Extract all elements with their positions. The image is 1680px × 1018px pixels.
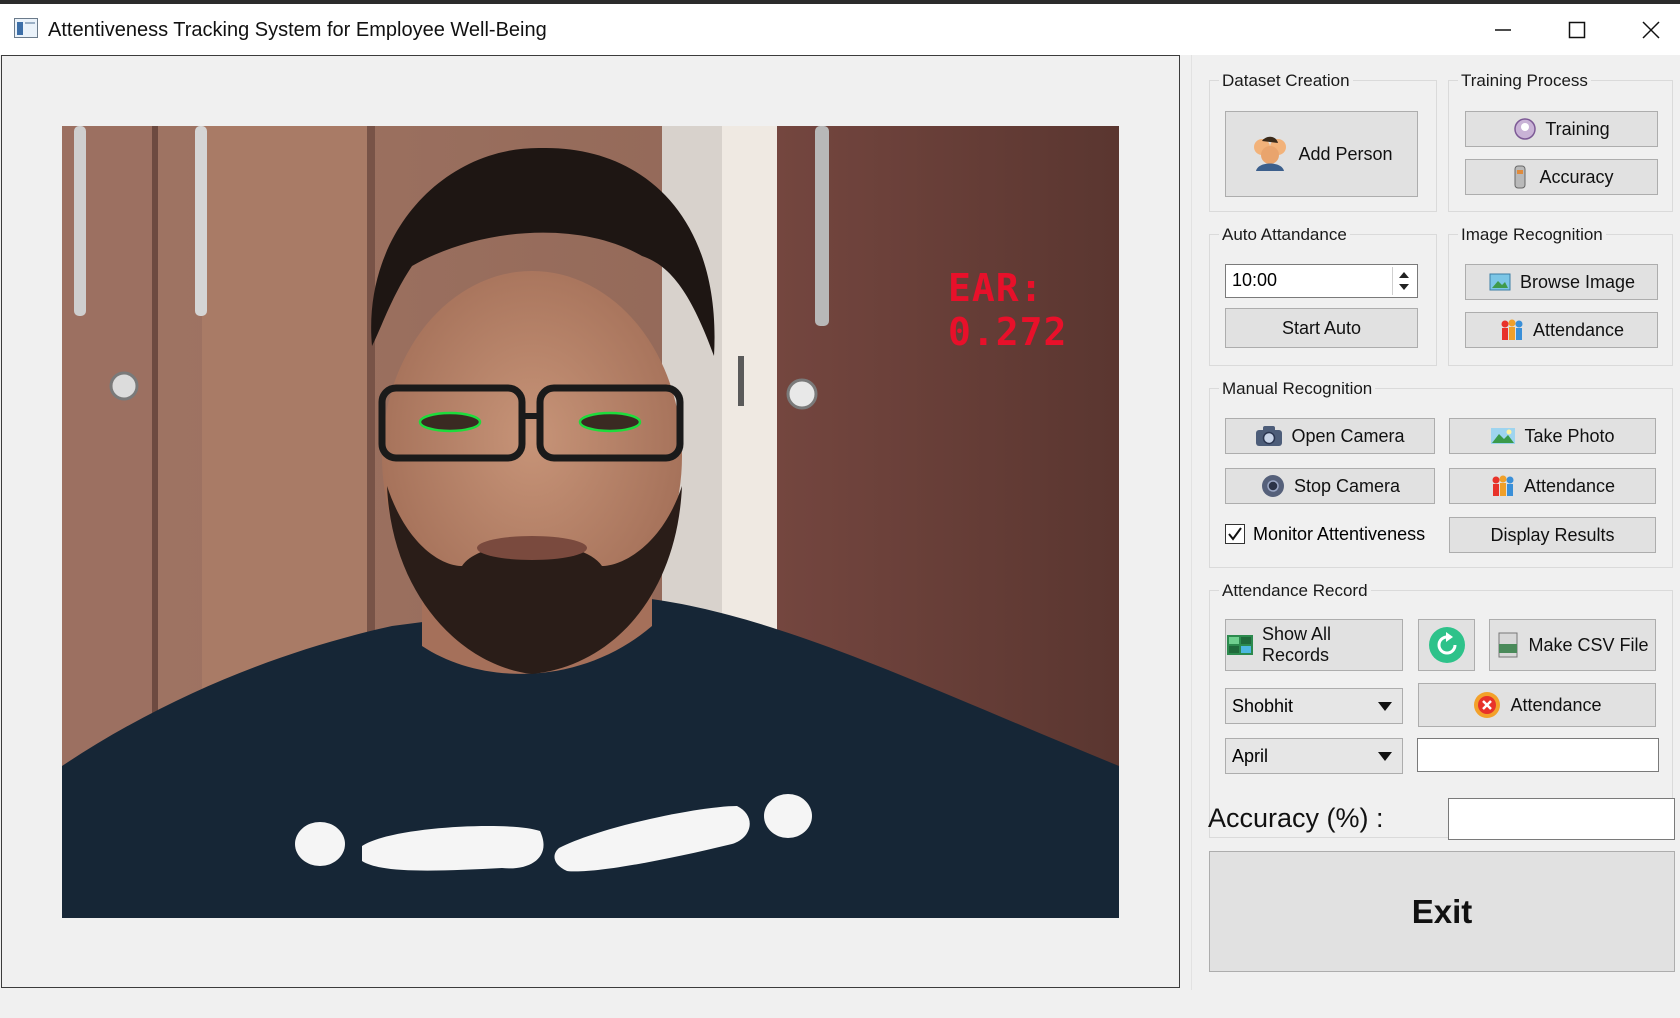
make-csv-label: Make CSV File bbox=[1528, 634, 1649, 655]
attendance-people-icon bbox=[1492, 475, 1514, 496]
minimize-icon bbox=[1495, 29, 1511, 31]
maximize-button[interactable] bbox=[1542, 8, 1612, 52]
monitor-attentiveness-label[interactable]: Monitor Attentiveness bbox=[1253, 524, 1425, 545]
exit-button[interactable]: Exit bbox=[1209, 851, 1675, 972]
title-bar: Attentiveness Tracking System for Employ… bbox=[0, 0, 1680, 55]
window-title: Attentiveness Tracking System for Employ… bbox=[48, 19, 547, 41]
add-person-icon bbox=[1254, 136, 1287, 171]
stop-camera-button[interactable]: Stop Camera bbox=[1225, 468, 1435, 504]
stop-camera-label: Stop Camera bbox=[1293, 475, 1401, 496]
monitor-attentiveness-checkbox[interactable] bbox=[1225, 524, 1245, 544]
ear-value-overlay: EAR: 0.272 bbox=[948, 266, 1068, 354]
auto-time-value: 10:00 bbox=[1232, 270, 1278, 290]
checkmark-icon bbox=[1228, 527, 1242, 541]
display-results-button[interactable]: Display Results bbox=[1449, 517, 1656, 553]
person-select-value: Shobhit bbox=[1232, 696, 1294, 716]
app-window-icon bbox=[14, 18, 38, 38]
attendance-record-title: Attendance Record bbox=[1219, 581, 1371, 601]
manual-attendance-button[interactable]: Attendance bbox=[1449, 468, 1656, 504]
open-camera-button[interactable]: Open Camera bbox=[1225, 418, 1435, 454]
close-button[interactable] bbox=[1616, 8, 1680, 52]
auto-attendance-title: Auto Attandance bbox=[1219, 225, 1350, 245]
display-results-label: Display Results bbox=[1490, 524, 1615, 545]
attendance-people-icon bbox=[1501, 319, 1523, 340]
manual-recognition-title: Manual Recognition bbox=[1219, 379, 1376, 399]
show-all-records-label: Show All Records bbox=[1262, 624, 1332, 665]
take-photo-label: Take Photo bbox=[1524, 425, 1615, 446]
manual-attendance-label: Attendance bbox=[1523, 475, 1616, 496]
browse-image-label: Browse Image bbox=[1519, 271, 1636, 292]
stop-camera-icon bbox=[1261, 475, 1284, 497]
training-icon bbox=[1514, 118, 1537, 140]
month-select[interactable]: April bbox=[1225, 738, 1403, 774]
attendance-result-field[interactable] bbox=[1417, 738, 1659, 772]
accuracy-value-field[interactable] bbox=[1448, 798, 1675, 840]
image-attendance-label: Attendance bbox=[1532, 319, 1625, 340]
open-camera-label: Open Camera bbox=[1291, 425, 1405, 446]
training-process-title: Training Process bbox=[1458, 71, 1591, 91]
show-all-records-button[interactable]: Show All Records bbox=[1225, 619, 1403, 671]
record-attendance-label: Attendance bbox=[1510, 694, 1602, 715]
chevron-down-icon bbox=[1378, 752, 1392, 761]
dataset-creation-title: Dataset Creation bbox=[1219, 71, 1353, 91]
exit-label: Exit bbox=[1411, 892, 1473, 930]
camera-feed-image bbox=[62, 126, 1119, 918]
spin-up-down-icon bbox=[1399, 272, 1409, 290]
accuracy-percent-label: Accuracy (%) : bbox=[1208, 803, 1384, 833]
accuracy-button[interactable]: Accuracy bbox=[1465, 159, 1658, 195]
camera-feed: EAR: 0.272 bbox=[62, 126, 1119, 918]
training-label: Training bbox=[1545, 118, 1610, 139]
minimize-button[interactable] bbox=[1468, 8, 1538, 52]
app-window: Attentiveness Tracking System for Employ… bbox=[0, 0, 1680, 1018]
refresh-icon bbox=[1428, 627, 1465, 663]
control-panel: Dataset Creation Add Person Training Pro… bbox=[1191, 55, 1680, 990]
start-auto-button[interactable]: Start Auto bbox=[1225, 308, 1418, 348]
take-photo-button[interactable]: Take Photo bbox=[1449, 418, 1656, 454]
spin-arrows[interactable] bbox=[1392, 267, 1415, 295]
image-attendance-button[interactable]: Attendance bbox=[1465, 312, 1658, 348]
photo-icon bbox=[1491, 428, 1516, 444]
csv-file-icon bbox=[1498, 632, 1518, 658]
camera-icon bbox=[1256, 426, 1283, 446]
training-button[interactable]: Training bbox=[1465, 111, 1658, 147]
browse-image-icon bbox=[1489, 273, 1511, 291]
image-recognition-title: Image Recognition bbox=[1458, 225, 1606, 245]
camera-view-frame: EAR: 0.272 bbox=[1, 55, 1180, 988]
close-icon bbox=[1642, 21, 1660, 39]
attendance-remove-icon bbox=[1474, 692, 1501, 718]
chevron-down-icon bbox=[1378, 702, 1392, 711]
auto-time-spinbox[interactable]: 10:00 bbox=[1225, 264, 1418, 298]
month-select-value: April bbox=[1232, 746, 1269, 766]
record-attendance-button[interactable]: Attendance bbox=[1418, 683, 1656, 727]
add-person-label: Add Person bbox=[1298, 143, 1393, 164]
records-icon bbox=[1227, 635, 1253, 655]
browse-image-button[interactable]: Browse Image bbox=[1465, 264, 1658, 300]
person-select[interactable]: Shobhit bbox=[1225, 688, 1403, 724]
add-person-button[interactable]: Add Person bbox=[1225, 111, 1418, 197]
accuracy-icon bbox=[1514, 165, 1526, 189]
accuracy-label: Accuracy bbox=[1539, 166, 1614, 187]
refresh-button[interactable] bbox=[1418, 619, 1475, 671]
maximize-icon bbox=[1568, 21, 1586, 39]
start-auto-label: Start Auto bbox=[1281, 317, 1362, 338]
make-csv-button[interactable]: Make CSV File bbox=[1489, 619, 1656, 671]
